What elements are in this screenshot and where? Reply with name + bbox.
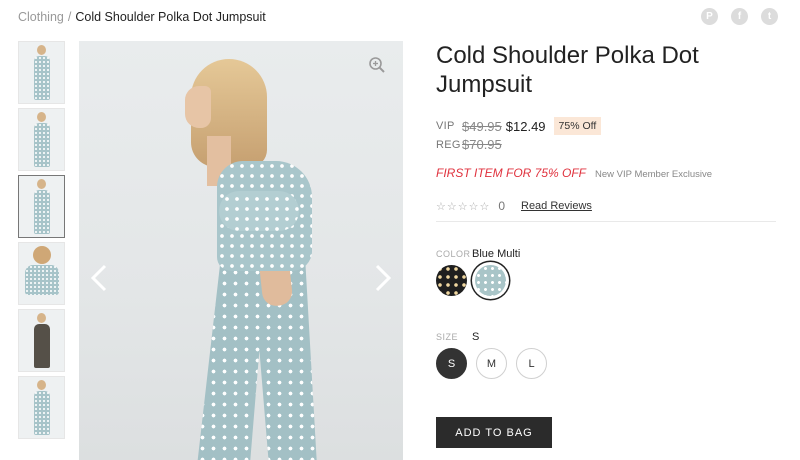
product-thumbnail[interactable] [18, 376, 65, 439]
social-share-bar: P f t [701, 8, 778, 25]
thumbnail-image [24, 243, 59, 295]
facebook-icon[interactable]: f [731, 8, 748, 25]
thumbnail-image [33, 377, 50, 435]
color-swatches [436, 265, 506, 296]
breadcrumb-separator: / [67, 10, 72, 24]
size-selector-label: SIZE S [436, 331, 479, 343]
main-product-image[interactable] [79, 41, 403, 460]
thumbnail-image [33, 310, 50, 368]
breadcrumb-current: Cold Shoulder Polka Dot Jumpsuit [75, 10, 266, 24]
pinterest-icon[interactable]: P [701, 8, 718, 25]
reg-price-row: REG $70.95 [436, 137, 502, 152]
size-options: S M L [436, 348, 547, 379]
divider [436, 221, 776, 222]
selected-size: S [472, 331, 480, 343]
size-option-s[interactable]: S [436, 348, 467, 379]
add-to-bag-button[interactable]: ADD TO BAG [436, 417, 552, 448]
size-option-l[interactable]: L [516, 348, 547, 379]
review-count: 0 [498, 199, 505, 213]
breadcrumb-parent-link[interactable]: Clothing [18, 10, 64, 24]
color-swatch-black[interactable] [436, 265, 467, 296]
product-title: Cold Shoulder Polka Dot Jumpsuit [436, 42, 699, 98]
vip-price-row: VIP $49.95 $12.49 75% Off [436, 117, 602, 135]
read-reviews-link[interactable]: Read Reviews [521, 200, 592, 212]
thumbnail-strip [18, 41, 65, 443]
jumpsuit-ruffle [219, 191, 299, 231]
vip-price: $12.49 [505, 118, 546, 134]
chevron-right-icon[interactable] [372, 263, 394, 293]
selected-color: Blue Multi [472, 248, 521, 260]
chevron-left-icon[interactable] [88, 263, 110, 293]
twitter-icon[interactable]: t [761, 8, 778, 25]
size-label: SIZE [436, 332, 459, 342]
product-thumbnail-active[interactable] [18, 175, 65, 238]
jumpsuit-pants [197, 256, 317, 460]
thumbnail-image [33, 176, 50, 234]
reviews-row: ☆☆☆☆☆ 0 Read Reviews [436, 199, 592, 213]
model-face [185, 86, 211, 128]
reg-price: $70.95 [462, 137, 502, 152]
promo-text: FIRST ITEM FOR 75% OFF [436, 166, 587, 180]
discount-badge: 75% Off [553, 117, 602, 135]
breadcrumb: Clothing / Cold Shoulder Polka Dot Jumpsui… [18, 10, 266, 24]
color-selector-label: COLOR Blue Multi [436, 248, 520, 260]
product-thumbnail[interactable] [18, 41, 65, 104]
reg-label: REG [436, 138, 461, 151]
color-swatch-blue-multi[interactable] [475, 265, 506, 296]
zoom-icon[interactable] [368, 56, 386, 74]
star-rating-icon: ☆☆☆☆☆ [436, 200, 491, 213]
product-thumbnail[interactable] [18, 108, 65, 171]
vip-original-price: $49.95 [462, 118, 502, 134]
promo-note: New VIP Member Exclusive [595, 169, 713, 180]
promo-message: FIRST ITEM FOR 75% OFF New VIP Member Ex… [436, 166, 712, 180]
product-thumbnail[interactable] [18, 309, 65, 372]
vip-label: VIP [436, 120, 455, 132]
product-thumbnail[interactable] [18, 242, 65, 305]
thumbnail-image [33, 42, 50, 100]
size-option-m[interactable]: M [476, 348, 507, 379]
thumbnail-image [33, 109, 50, 167]
product-info-panel: Cold Shoulder Polka Dot Jumpsuit VIP $49… [436, 41, 776, 448]
color-label: COLOR [436, 249, 471, 259]
